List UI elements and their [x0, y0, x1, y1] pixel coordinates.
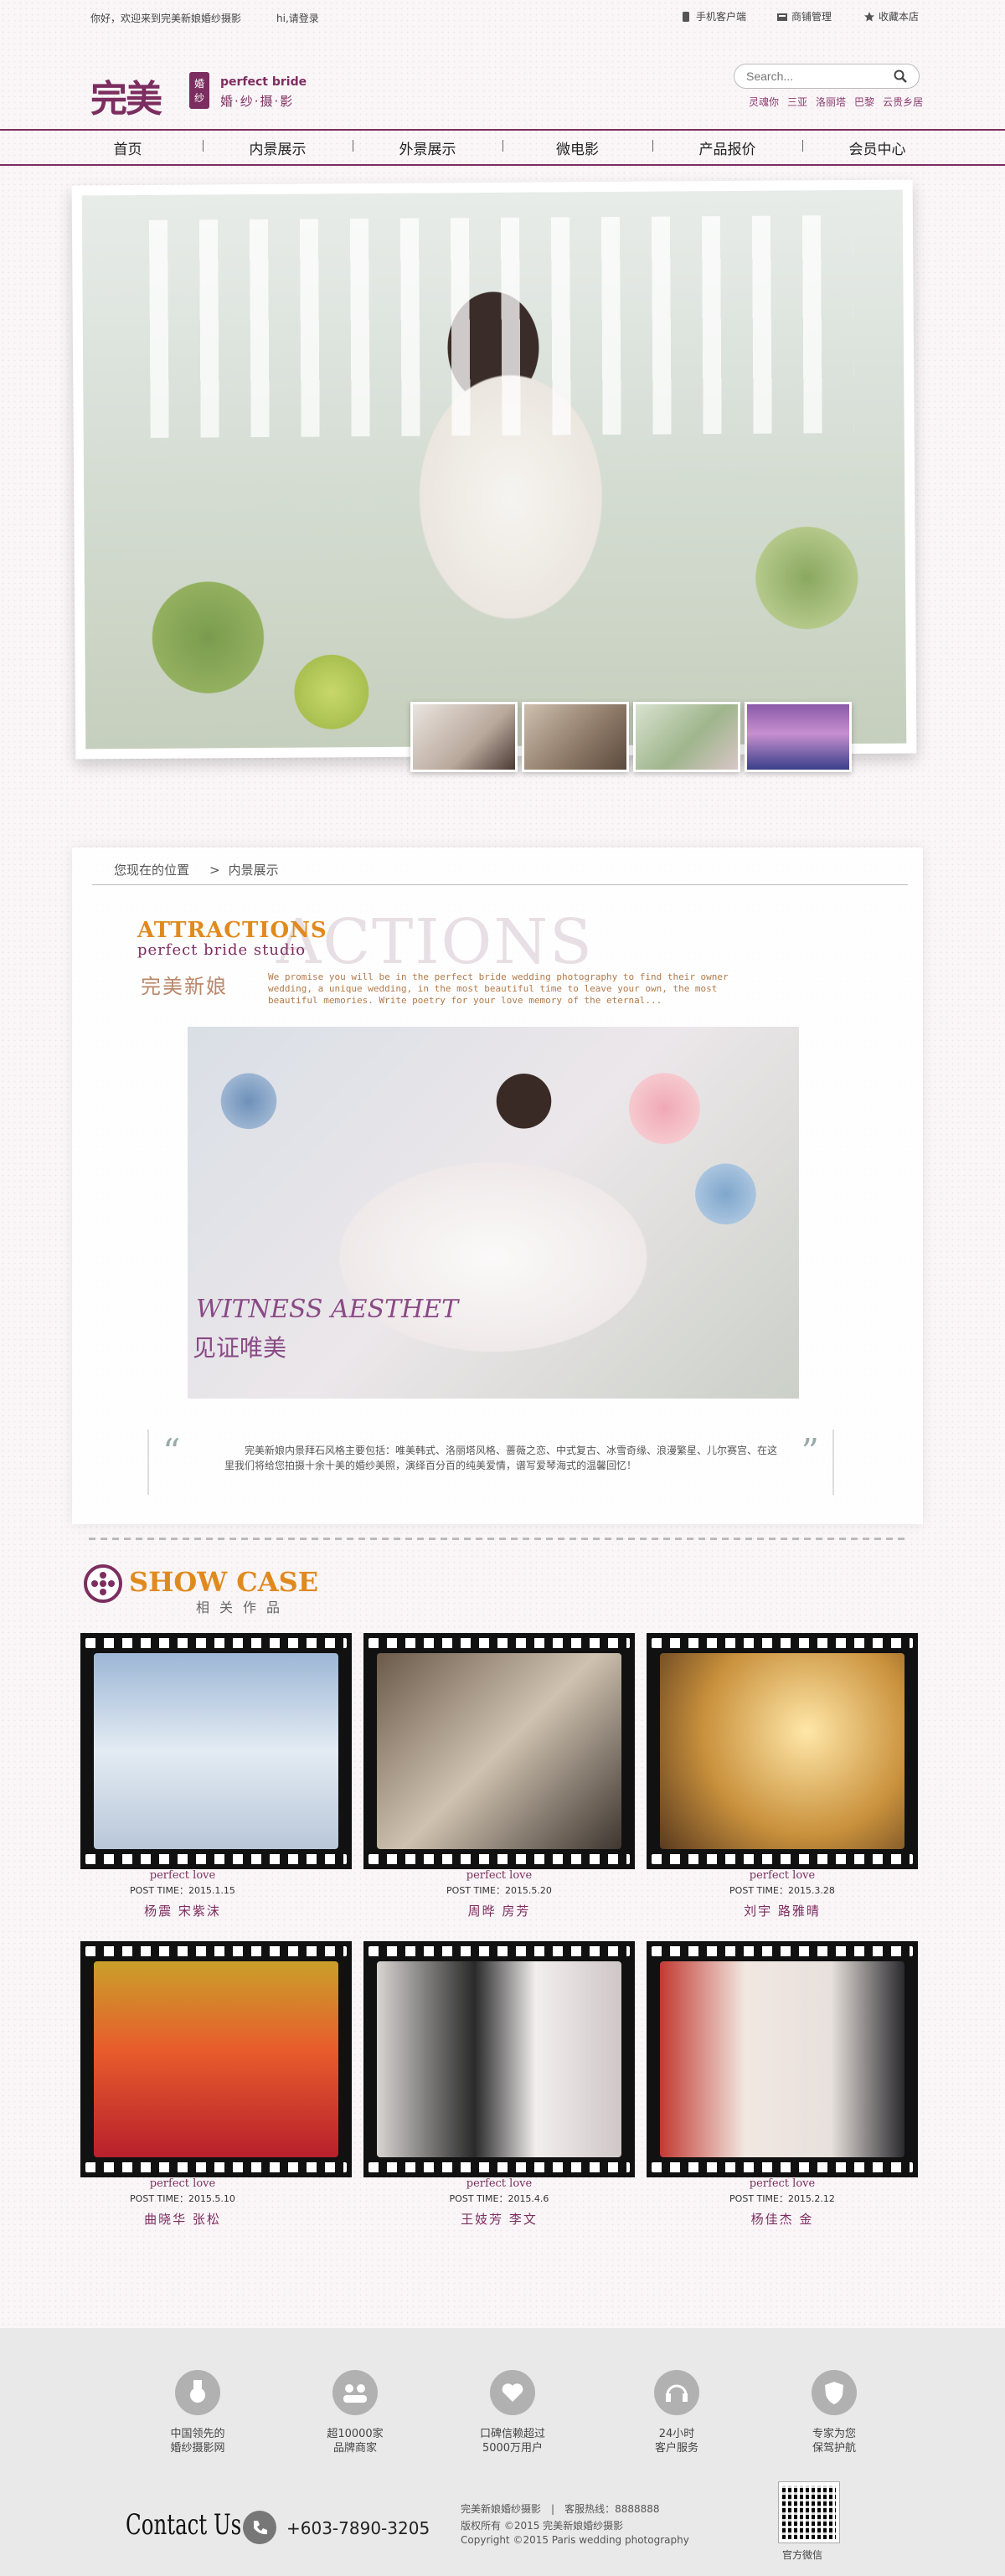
footer-copyright-en: Copyright ©2015 Paris wedding photograph…	[461, 2534, 689, 2546]
showcase-photo	[94, 1653, 338, 1849]
heart-icon	[490, 2370, 535, 2415]
nav-border-bottom	[0, 164, 1005, 166]
mobile-client-link[interactable]: 手机客户端	[682, 9, 746, 23]
showcase-caption: perfect love POST TIME：2015.1.15 杨震 宋紫沫	[130, 1869, 235, 1919]
showcase-title: SHOW CASE	[129, 1566, 319, 1598]
section-title: ATTRACTIONS	[137, 918, 327, 943]
close-quote-icon: ”	[801, 1431, 819, 1472]
nav-exterior[interactable]: 外景展示	[353, 137, 502, 158]
shield-icon	[812, 2370, 857, 2415]
hot-search-links: 灵魂你 三亚 洛丽塔 巴黎 云贵乡居	[749, 95, 923, 109]
hot-link[interactable]: 洛丽塔	[816, 95, 846, 109]
photo-overlay-text-en: WITNESS AESTHET	[196, 1295, 459, 1324]
phone-number[interactable]: +603-7890-3205	[286, 2518, 430, 2538]
breadcrumb-divider	[92, 884, 908, 885]
shop-icon	[777, 12, 787, 22]
favorite-store-label: 收藏本店	[879, 11, 920, 23]
site-logo[interactable]: 完美 婚纱 perfect bride 婚·纱·摄·影	[90, 65, 317, 121]
brand-name-cn: 完美新娘	[141, 975, 228, 998]
contact-us-label: Contact Us	[126, 2508, 242, 2542]
hero-thumbnail[interactable]	[522, 702, 629, 772]
showcase-photo	[377, 1961, 621, 2157]
nav-border-top	[0, 129, 1005, 131]
mobile-client-label: 手机客户端	[696, 11, 747, 23]
hero-thumbnail[interactable]	[745, 702, 852, 772]
hot-link[interactable]: 巴黎	[854, 95, 874, 109]
showcase-subtitle: 相关作品	[196, 1600, 291, 1615]
welcome-text: 你好，欢迎来到完美新娘婚纱摄影	[90, 13, 242, 24]
open-quote-icon: “	[162, 1431, 181, 1472]
footer-site-name[interactable]: 完美新娘婚纱摄影	[461, 2503, 541, 2515]
showcase-photo	[94, 1961, 338, 2157]
shop-manage-link[interactable]: 商铺管理	[777, 9, 832, 23]
film-reel-icon	[84, 1564, 122, 1603]
mobile-icon	[682, 11, 692, 22]
quote-block: “ ” 完美新娘内景拜石风格主要包括：唯美韩式、洛丽塔风格、蔷薇之恋、中式复古、…	[147, 1430, 834, 1495]
search-icon[interactable]	[894, 70, 907, 83]
favorite-store-link[interactable]: 收藏本店	[864, 9, 919, 23]
showcase-item[interactable]	[647, 1941, 918, 2177]
top-bar: 你好，欢迎来到完美新娘婚纱摄影 hi,请登录 手机客户端 商铺管理 收藏本店	[0, 0, 1005, 33]
nav-micro-film[interactable]: 微电影	[502, 137, 652, 158]
medal-icon	[175, 2370, 220, 2415]
nav-home[interactable]: 首页	[53, 137, 203, 158]
feature-service: 24小时 客户服务	[618, 2370, 735, 2455]
feature-users: 口碑信赖超过 5000万用户	[454, 2370, 571, 2455]
footer-hotline: 客服热线：8888888	[564, 2503, 660, 2515]
showcase-item[interactable]	[647, 1633, 918, 1869]
footer-copyright-cn: 版权所有 ©2015 完美新娘婚纱摄影	[461, 2520, 624, 2532]
showcase-caption: perfect love POST TIME：2015.4.6 王妓芳 李文	[449, 2177, 549, 2227]
showcase-caption: perfect love POST TIME：2015.5.10 曲晓华 张松	[130, 2177, 235, 2227]
hot-link[interactable]: 云贵乡居	[883, 95, 923, 109]
phone-icon	[243, 2511, 276, 2544]
hero-photo	[81, 189, 907, 750]
breadcrumb-label: 您现在的位置	[114, 863, 190, 878]
login-link[interactable]: hi,请登录	[276, 11, 319, 25]
showcase-item[interactable]	[80, 1941, 352, 2177]
hero-thumbnails	[410, 702, 852, 772]
search-input[interactable]	[746, 69, 880, 84]
users-icon	[332, 2370, 378, 2415]
hero-thumbnail[interactable]	[410, 702, 518, 772]
star-icon	[864, 11, 874, 22]
showcase-photo	[377, 1653, 621, 1849]
breadcrumb-separator: >	[209, 862, 220, 878]
showcase-item[interactable]	[363, 1633, 635, 1869]
showcase-item[interactable]	[363, 1941, 635, 2177]
intro-text: We promise you will be in the perfect br…	[268, 971, 729, 1006]
footer-info: 完美新娘婚纱摄影 | 客服热线：8888888 版权所有 ©2015 完美新娘婚纱摄…	[461, 2503, 689, 2546]
feature-leading: 中国领先的 婚纱摄影网	[139, 2370, 256, 2455]
breadcrumb: 您现在的位置 > 内景展示	[114, 861, 279, 878]
hot-link[interactable]: 灵魂你	[749, 95, 779, 109]
showcase-photo	[660, 1653, 904, 1849]
showcase-item[interactable]	[80, 1633, 352, 1869]
nav-interior[interactable]: 内景展示	[203, 137, 353, 158]
wechat-qr-code	[778, 2481, 840, 2543]
section-subtitle: perfect bride studio	[137, 941, 307, 959]
showcase-photo	[660, 1961, 904, 2157]
feature-merchants: 超10000家 品牌商家	[296, 2370, 414, 2455]
hot-link[interactable]: 三亚	[787, 95, 807, 109]
nav-pricing[interactable]: 产品报价	[652, 137, 802, 158]
photo-overlay-text-cn: 见证唯美	[193, 1334, 287, 1362]
search-box	[734, 64, 920, 89]
hero-photo-frame	[71, 179, 917, 760]
showcase-caption: perfect love POST TIME：2015.3.28 刘宇 路雅晴	[729, 1869, 835, 1919]
quote-text: 完美新娘内景拜石风格主要包括：唯美韩式、洛丽塔风格、蔷薇之恋、中式复古、冰雪奇缘…	[224, 1445, 778, 1471]
wechat-label: 官方微信	[782, 2549, 823, 2561]
hero-thumbnail[interactable]	[633, 702, 740, 772]
nav-member-center[interactable]: 会员中心	[802, 137, 952, 158]
shop-manage-label: 商铺管理	[791, 11, 832, 23]
section-divider	[89, 1538, 906, 1540]
showcase-caption: perfect love POST TIME：2015.5.20 周晔 房芳	[446, 1869, 552, 1919]
breadcrumb-current[interactable]: 内景展示	[229, 861, 279, 878]
featured-photo: WITNESS AESTHET 见证唯美	[188, 1027, 799, 1399]
feature-protection: 专家为您 保驾护航	[776, 2370, 893, 2455]
headset-icon	[654, 2370, 699, 2415]
showcase-caption: perfect love POST TIME：2015.2.12 杨佳杰 金	[729, 2177, 835, 2227]
main-nav: 首页 内景展示 外景展示 微电影 产品报价 会员中心	[0, 131, 1005, 163]
